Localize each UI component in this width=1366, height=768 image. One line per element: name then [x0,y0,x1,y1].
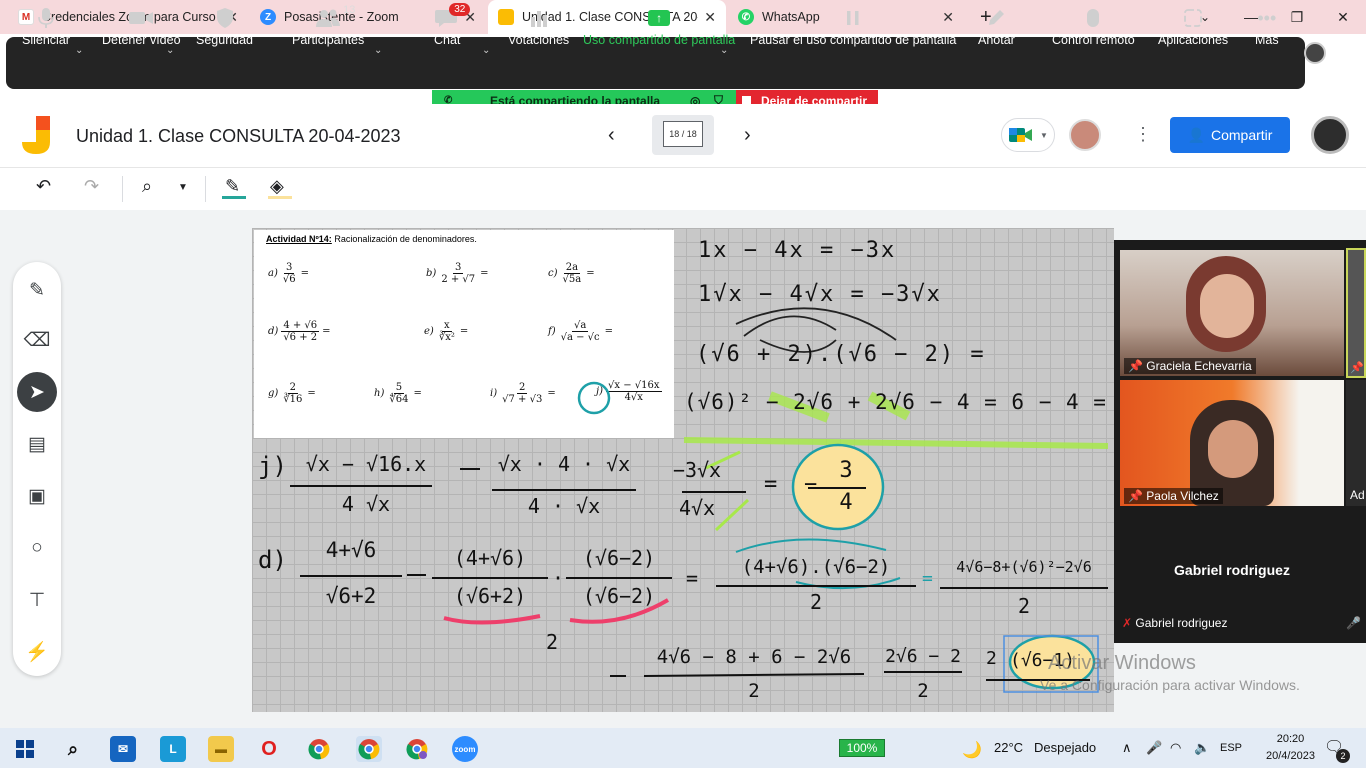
battery-indicator[interactable]: 100% [839,739,885,757]
hw-d-label: d) [258,546,287,574]
participant-video-panel: 📌 Graciela Echevarria 📌 📌 Paola Vilchez … [1114,240,1366,643]
hw-equals: = [764,472,778,497]
hw-equals: = [686,566,699,590]
weather-temp[interactable]: 22°C [994,740,1023,755]
mic-muted-icon: ✗ [1122,616,1133,630]
participant-name: 📌 Paola Vilchez [1124,488,1223,504]
pink-underline [443,614,541,625]
notification-badge: 2 [1336,749,1350,763]
participant-name: ✗ Gabriel rodriguez [1122,616,1228,630]
windows-activation-text: Ve a Configuración para activar Windows. [1040,677,1300,693]
hw-dot: · [552,566,565,590]
zoom-app-icon[interactable]: zoom [452,736,478,762]
hw-line1: 1x − 4x = −3x [698,238,897,263]
participant-big-name: Gabriel rodriguez [1174,562,1290,578]
hw-d-simpl-num: 2√6 − 2 [885,646,961,667]
chrome-profile-icon[interactable] [356,736,382,762]
microphone-icon[interactable]: 🎤 [1146,740,1162,756]
volume-icon[interactable]: 🔈 [1194,740,1210,756]
hw-d-expand-den: 2 [809,590,823,614]
hw-d-num: 4+√6 [325,538,377,562]
participant-tile-edge: 📌 [1346,248,1366,378]
hw-d-factor: 2 [986,648,997,669]
participant-face [1200,274,1254,338]
chrome-icon[interactable] [306,736,332,762]
chevron-up-icon[interactable]: ∧ [1122,740,1132,756]
language-indicator[interactable]: ESP [1220,742,1242,754]
hw-d-expand2-den: 2 [1017,594,1031,618]
wifi-icon[interactable]: ◠ [1170,740,1181,756]
hw-d-mult-num1: (4+√6) [453,546,527,570]
clock-date: 20/4/2023 [1266,750,1315,762]
windows-start-icon[interactable] [12,736,38,762]
hw-line4: (√6)² − 2√6 + 2√6 − 4 = 6 − 4 = 2 [684,390,1135,414]
app-l-icon[interactable]: L [160,736,186,762]
hw-d-mult-den1: (√6+2) [453,584,527,608]
participant-name: 📌 Graciela Echevarria [1124,358,1256,374]
participant-edge-label: Ad [1350,488,1365,502]
weather-desc[interactable]: Despejado [1034,740,1096,755]
hw-j-result-den: 4 [839,490,853,515]
hw-j-step-den: 4 · √x [527,494,601,518]
participant-tile[interactable]: 📌 Paola Vilchez [1120,380,1344,506]
hw-j-den: 4 √x [341,492,391,516]
hw-j-label: j) [258,452,287,480]
hw-d-simpl-den: 2 [917,680,929,702]
clock[interactable]: 20:20 20/4/2023 [1266,731,1315,765]
mail-icon[interactable]: ✉ [110,736,136,762]
hw-j-sign: − [804,472,818,497]
windows-activation-title: Activar Windows [1048,652,1196,674]
hw-d-final-num: 4√6 − 8 + 6 − 2√6 [656,646,852,668]
hw-d-mult-den2: (√6−2) [582,584,656,608]
weather-icon: 🌙 [962,742,982,759]
hw-d-expand-num: (4+√6).(√6−2) [741,556,891,578]
hw-line2: 1√x − 4√x = −3√x [698,282,942,307]
hw-d-final-den: 2 [748,680,760,702]
hw-j-step2-num: −3√x [672,458,722,482]
pin-icon: 📌 [1350,362,1364,374]
file-explorer-icon[interactable]: ▬ [208,736,234,762]
hw-equals: = [922,568,933,589]
participant-tile-edge: Ad [1346,380,1366,506]
exercise-j-circle [577,381,611,415]
search-icon[interactable]: ⌕ [60,736,86,762]
hw-d-expand2-num: 4√6−8+(√6)²−2√6 [956,558,1092,576]
hw-j-num: √x − √16.x [305,452,427,476]
hw-j-result-num: 3 [839,458,853,483]
chrome-profile-2-icon[interactable] [404,736,430,762]
hw-d-den: √6+2 [325,584,377,608]
hw-j-step2-den: 4√x [678,496,716,520]
arrow-stroke [735,307,897,341]
opera-icon[interactable]: O [256,736,282,762]
hw-j-step-num: √x · 4 · √x [497,452,631,476]
participant-face [1208,420,1258,478]
teal-arc [735,538,887,553]
mic-muted-icon: 🎤 [1346,616,1361,630]
clock-time: 20:20 [1276,733,1305,745]
hw-d-mult-num2: (√6−2) [582,546,656,570]
hw-line3: (√6 + 2).(√6 − 2) = [696,342,986,367]
green-underline [683,437,1109,449]
arrow-stroke [743,315,837,337]
participant-tile[interactable]: 📌 Graciela Echevarria [1120,250,1344,376]
hw-side-note: 2 [546,630,559,654]
